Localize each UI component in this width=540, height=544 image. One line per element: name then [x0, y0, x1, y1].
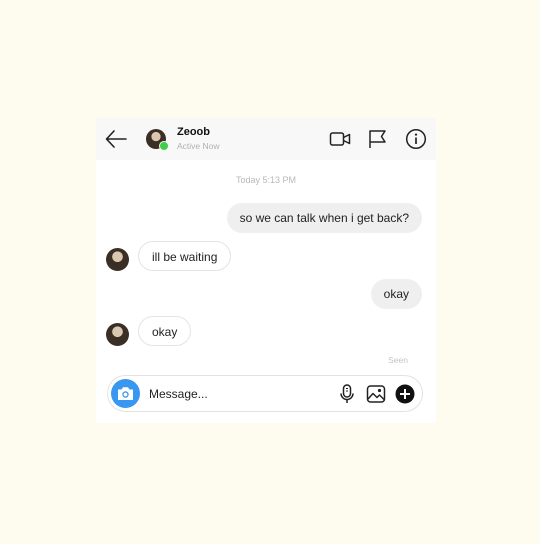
avatar[interactable] [146, 129, 169, 151]
avatar-image [106, 323, 129, 346]
image-icon[interactable] [365, 383, 387, 405]
online-indicator [159, 141, 169, 151]
chat-window: Zeoob Active Now Today 5:13 PM so we can… [96, 118, 436, 423]
plus-icon[interactable] [394, 383, 416, 405]
video-call-icon[interactable] [329, 128, 351, 150]
flag-icon[interactable] [367, 128, 389, 150]
camera-button[interactable] [111, 379, 140, 408]
message-input[interactable] [149, 384, 319, 404]
message-bubble-sent[interactable]: so we can talk when i get back? [226, 203, 422, 233]
avatar-image [106, 248, 129, 271]
info-icon[interactable] [405, 128, 427, 150]
camera-icon [118, 387, 133, 400]
seen-indicator: Seen [388, 355, 408, 365]
message-bubble-received[interactable]: okay [138, 316, 192, 346]
contact-name[interactable]: Zeoob [177, 126, 210, 138]
contact-status: Active Now [177, 141, 220, 151]
message-composer [107, 375, 423, 412]
message-bubble-sent[interactable]: okay [370, 279, 422, 309]
timestamp: Today 5:13 PM [235, 175, 297, 185]
contact-avatar[interactable] [106, 248, 129, 271]
contact-avatar[interactable] [106, 323, 129, 346]
message-bubble-received[interactable]: ill be waiting [138, 241, 232, 271]
back-arrow-icon[interactable] [104, 128, 128, 150]
microphone-icon[interactable] [336, 383, 358, 405]
chat-header: Zeoob Active Now [96, 118, 436, 160]
